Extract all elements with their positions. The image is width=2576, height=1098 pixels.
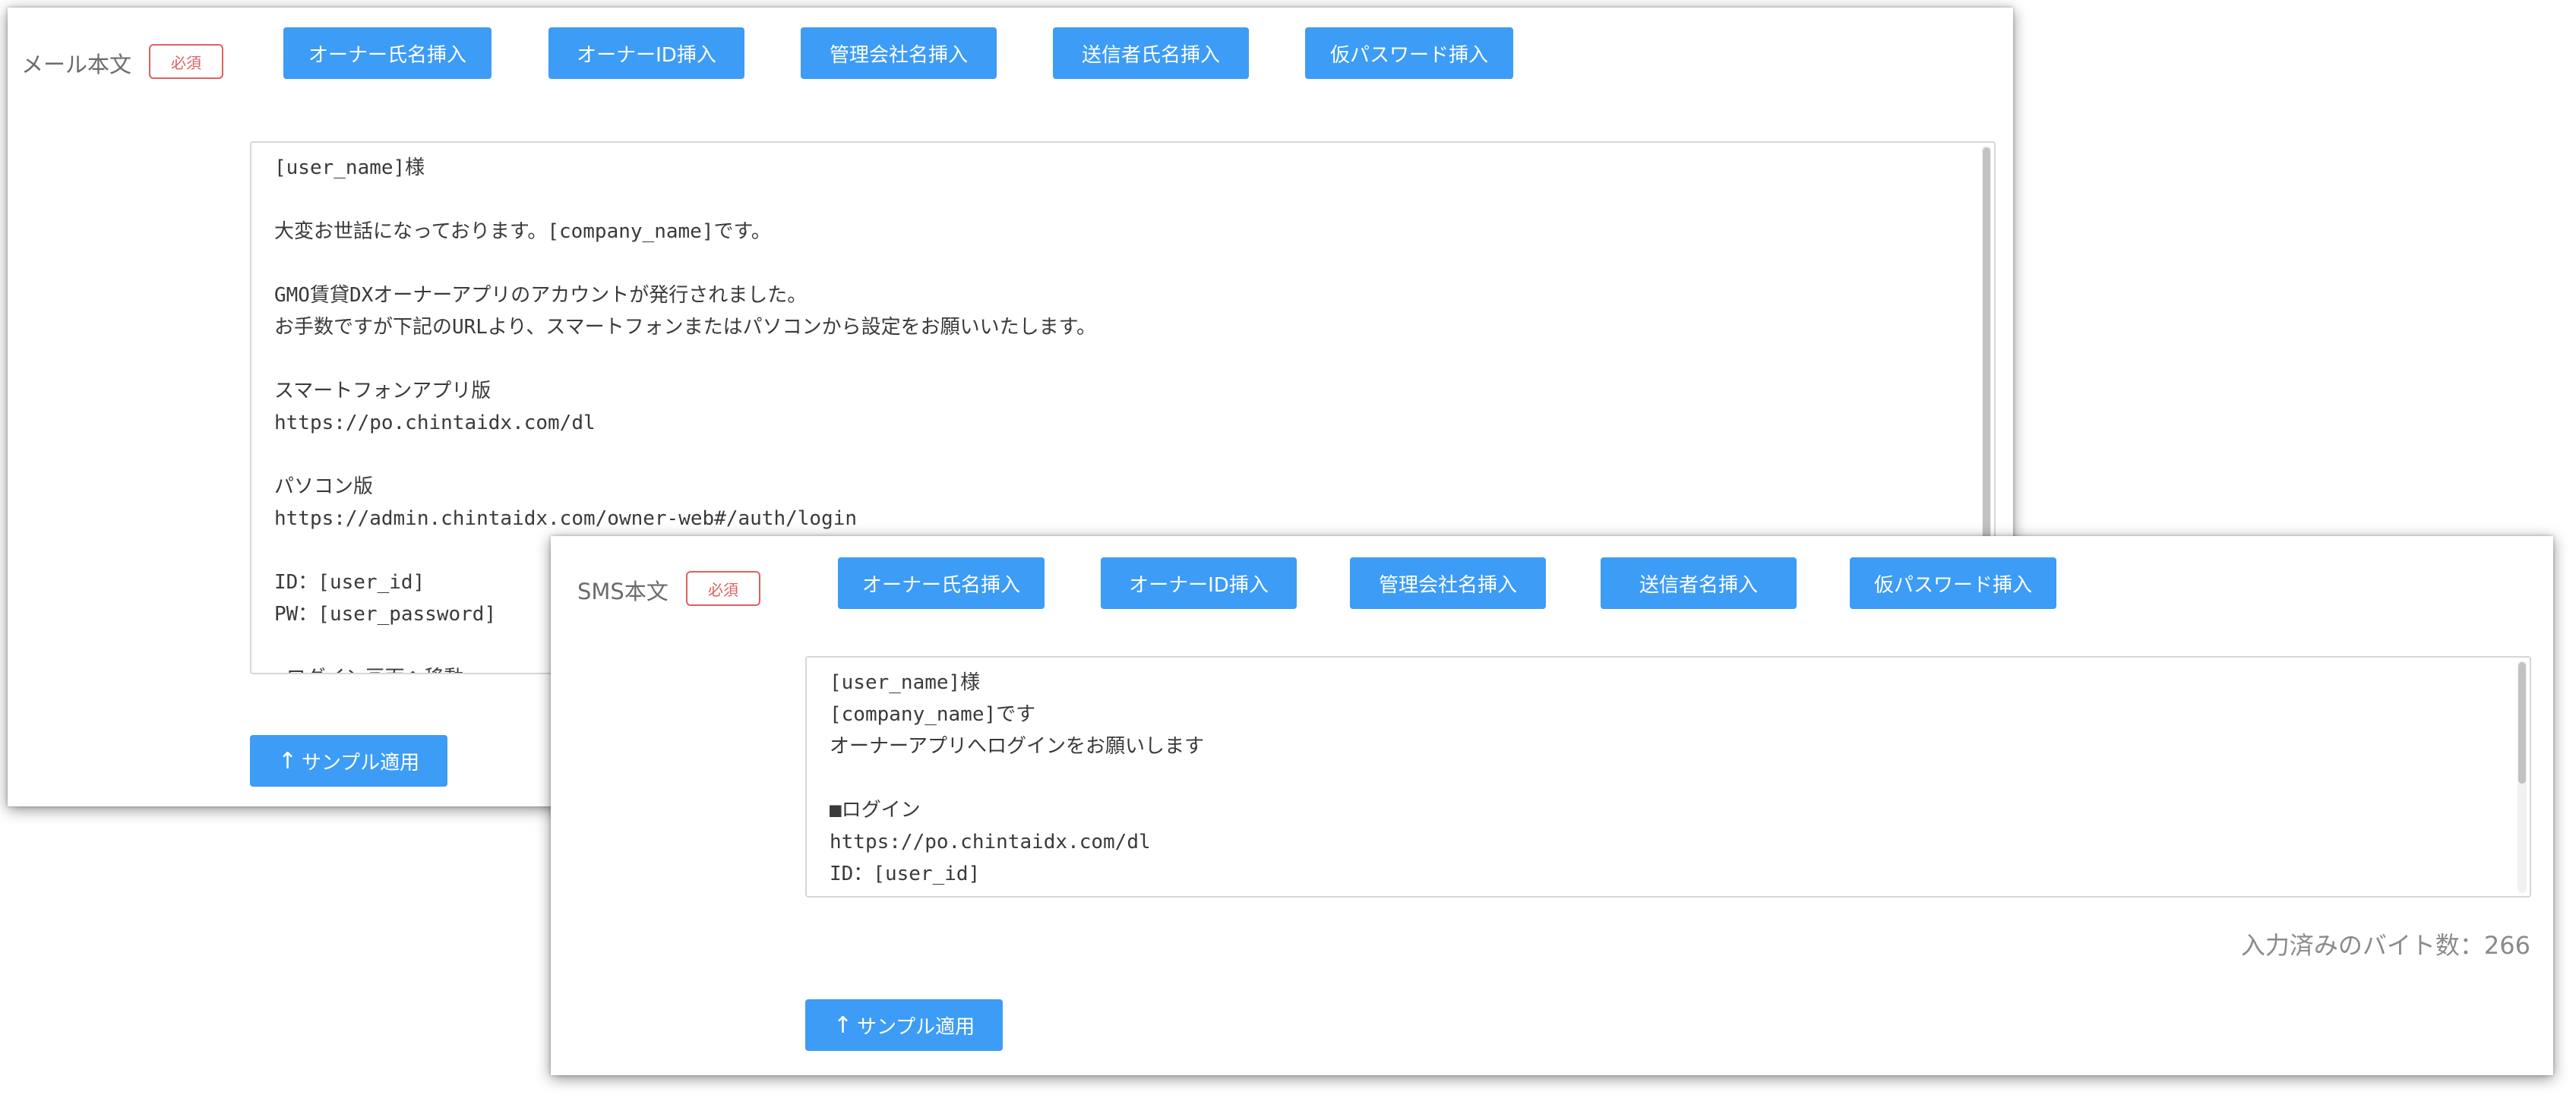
up-arrow-icon: ↑ xyxy=(277,747,297,775)
insert-company-name-button[interactable]: 管理会社名挿入 xyxy=(1350,557,1546,609)
sms-body-label: SMS本文 xyxy=(577,579,668,604)
insert-sender-name-button[interactable]: 送信者氏名挿入 xyxy=(1053,27,1249,79)
byte-count-label: 入力済みのバイト数：266 xyxy=(2240,931,2530,960)
sms-apply-sample-button[interactable]: ↑ サンプル適用 xyxy=(805,999,1003,1051)
insert-temp-password-button[interactable]: 仮パスワード挿入 xyxy=(1850,557,2056,609)
sms-body-scrollbar[interactable] xyxy=(2518,661,2527,893)
required-badge: 必須 xyxy=(149,44,223,79)
mail-body-label: メール本文 xyxy=(21,52,132,77)
sms-body-textarea[interactable]: [user_name]様 [company_name]です オーナーアプリへログ… xyxy=(805,656,2531,898)
sms-body-text: [user_name]様 [company_name]です オーナーアプリへログ… xyxy=(830,671,1204,896)
sms-body-panel: SMS本文 必須 オーナー氏名挿入 オーナーID挿入 管理会社名挿入 送信者名挿… xyxy=(551,536,2553,1075)
sms-apply-sample-label: サンプル適用 xyxy=(856,1015,975,1039)
insert-owner-id-button[interactable]: オーナーID挿入 xyxy=(548,27,744,79)
insert-sender-name-button[interactable]: 送信者名挿入 xyxy=(1601,557,1797,609)
insert-company-name-button[interactable]: 管理会社名挿入 xyxy=(801,27,997,79)
insert-owner-name-button[interactable]: オーナー氏名挿入 xyxy=(283,27,491,79)
sms-body-scroll-thumb[interactable] xyxy=(2518,662,2526,784)
insert-temp-password-button[interactable]: 仮パスワード挿入 xyxy=(1305,27,1513,79)
up-arrow-icon: ↑ xyxy=(833,1011,852,1039)
mail-apply-sample-label: サンプル適用 xyxy=(301,751,420,775)
required-badge: 必須 xyxy=(686,571,760,606)
mail-body-scroll-thumb[interactable] xyxy=(1983,147,1990,542)
insert-owner-id-button[interactable]: オーナーID挿入 xyxy=(1101,557,1297,609)
insert-owner-name-button[interactable]: オーナー氏名挿入 xyxy=(838,557,1045,609)
mail-apply-sample-button[interactable]: ↑ サンプル適用 xyxy=(250,735,447,787)
